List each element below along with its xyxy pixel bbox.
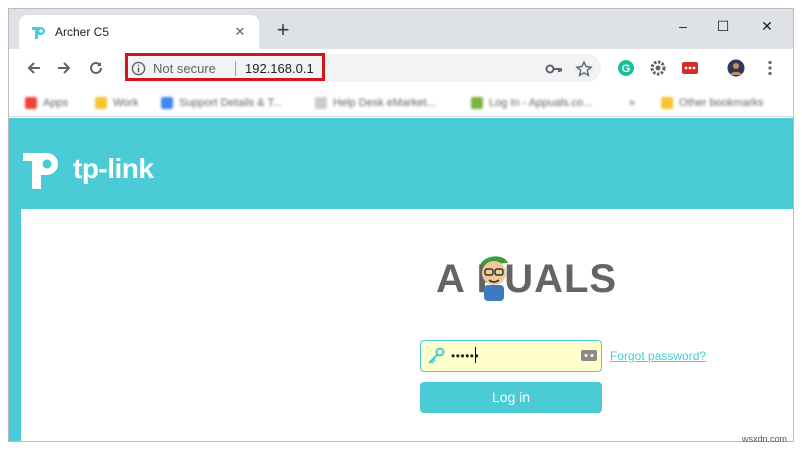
bookmarks-bar: Apps Work Support Details & T... Help De… — [9, 87, 793, 117]
forward-button[interactable] — [51, 55, 77, 81]
bookmark-apps[interactable]: Apps — [25, 95, 68, 111]
bookmark-support[interactable]: Support Details & T... — [161, 95, 282, 111]
tab-title: Archer C5 — [55, 25, 110, 39]
bookmark-work[interactable]: Work — [95, 95, 138, 111]
source-watermark: wsxdn.com — [742, 434, 788, 444]
menu-icon[interactable] — [761, 59, 779, 77]
back-button[interactable] — [21, 55, 47, 81]
brand-name: tp-link — [73, 153, 154, 184]
password-input[interactable] — [420, 340, 602, 372]
browser-window: Archer C5 ✕ + – ☐ ✕ Not secure 192.168.0… — [8, 8, 794, 442]
key-icon — [428, 347, 445, 364]
bookmark-other[interactable]: Other bookmarks — [661, 95, 763, 111]
text-caret — [475, 347, 476, 363]
bookmark-appuals[interactable]: Log In - Appuals.co... — [471, 95, 592, 111]
new-tab-button[interactable]: + — [271, 19, 295, 43]
minimize-button[interactable]: – — [663, 15, 703, 39]
key-icon[interactable] — [545, 60, 563, 78]
tab-close-icon[interactable]: ✕ — [231, 24, 249, 40]
bookmark-helpdesk[interactable]: Help Desk eMarket... — [315, 95, 436, 111]
maximize-button[interactable]: ☐ — [703, 15, 743, 39]
bookmark-more[interactable]: » — [629, 95, 635, 111]
forward-arrow-icon — [58, 62, 71, 74]
tplink-logo-icon — [23, 153, 58, 189]
appuals-watermark: A PUALS — [436, 257, 618, 301]
star-bookmark-icon[interactable] — [575, 60, 593, 78]
login-button[interactable]: Log in — [420, 382, 602, 413]
grammarly-icon[interactable]: G — [617, 59, 635, 77]
forgot-password-link[interactable]: Forgot password? — [610, 349, 706, 363]
login-panel — [21, 209, 793, 441]
tab-archer-c5[interactable]: Archer C5 ✕ — [19, 15, 259, 49]
tab-strip: Archer C5 ✕ + – ☐ ✕ — [9, 9, 793, 49]
tplink-logo: tp-link — [21, 146, 154, 192]
back-arrow-icon — [27, 62, 40, 74]
appuals-mascot-icon — [480, 256, 508, 301]
profile-avatar[interactable] — [727, 59, 745, 77]
reload-icon — [90, 61, 102, 74]
close-window-button[interactable]: ✕ — [747, 15, 787, 39]
svg-text:G: G — [622, 63, 631, 75]
lastpass-icon[interactable] — [681, 59, 699, 77]
gear-extension-icon[interactable] — [649, 59, 667, 77]
tplink-favicon-icon — [32, 27, 45, 39]
browser-toolbar: Not secure 192.168.0.1 G — [9, 49, 793, 87]
reload-button[interactable] — [83, 55, 109, 81]
annotation-highlight-box — [125, 53, 325, 81]
password-manager-icon[interactable] — [581, 348, 597, 362]
router-login-page: tp-link — [9, 118, 793, 441]
